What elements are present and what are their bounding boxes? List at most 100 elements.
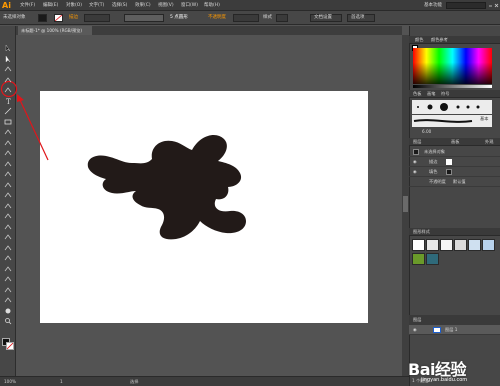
toolbar-stroke-color[interactable] bbox=[6, 342, 14, 350]
fill-swatch-small[interactable] bbox=[446, 169, 452, 175]
app-logo: Ai bbox=[2, 1, 11, 10]
menu-help[interactable]: 帮助(H) bbox=[204, 2, 220, 9]
style-swatch[interactable] bbox=[482, 239, 495, 251]
symbol-sprayer-icon[interactable] bbox=[3, 265, 13, 273]
gradient-icon[interactable] bbox=[3, 233, 13, 241]
lasso-icon[interactable] bbox=[3, 76, 13, 84]
eyedropper-icon[interactable] bbox=[3, 244, 13, 252]
zoom-level[interactable]: 100% bbox=[4, 379, 16, 385]
eye-icon[interactable]: ◉ bbox=[413, 169, 417, 175]
direct-select-icon[interactable] bbox=[3, 54, 13, 63]
type-icon[interactable]: T bbox=[3, 97, 13, 105]
menu-view[interactable]: 视图(V) bbox=[158, 2, 174, 9]
tab-symbols[interactable]: 符号 bbox=[441, 91, 449, 97]
opacity-field[interactable] bbox=[233, 14, 259, 22]
tab-color[interactable]: 颜色 bbox=[415, 37, 423, 43]
tab-appearance[interactable]: 外观 bbox=[485, 139, 493, 145]
mesh-icon[interactable] bbox=[3, 223, 13, 231]
magic-wand-icon[interactable] bbox=[3, 65, 13, 73]
select-icon[interactable] bbox=[3, 44, 13, 52]
scale-icon[interactable] bbox=[3, 170, 13, 178]
watermark: Bai经验 jingyan.baidu.com bbox=[404, 354, 500, 386]
page-number[interactable]: 1 bbox=[60, 379, 63, 385]
scrollbar-thumb[interactable] bbox=[403, 196, 408, 212]
free-transform-icon[interactable] bbox=[3, 191, 13, 199]
tab-swatches[interactable]: 色板 bbox=[413, 91, 421, 97]
graphic-styles-header: 图形样式 bbox=[409, 228, 500, 236]
tab-layers[interactable]: 图层 bbox=[413, 139, 421, 145]
stroke-weight-value[interactable]: 6.00 bbox=[422, 129, 431, 134]
style-swatch[interactable] bbox=[454, 239, 467, 251]
style-swatch[interactable] bbox=[412, 253, 425, 265]
eye-icon[interactable]: ◉ bbox=[413, 327, 417, 333]
layer-name[interactable]: 图层 1 bbox=[445, 327, 457, 333]
ink-blob-artwork[interactable] bbox=[40, 91, 368, 323]
opacity-label[interactable]: 不透明度 bbox=[208, 15, 226, 21]
shape-builder-icon[interactable] bbox=[3, 202, 13, 210]
width-icon[interactable] bbox=[3, 181, 13, 189]
stroke-weight-field[interactable] bbox=[84, 14, 110, 22]
tab-color-guide[interactable]: 颜色参考 bbox=[431, 37, 448, 43]
preferences-button[interactable]: 首选项 bbox=[347, 14, 375, 22]
layer-row[interactable]: ◉ 图层 1 bbox=[409, 325, 500, 335]
style-dropdown[interactable] bbox=[276, 14, 288, 22]
style-swatch[interactable] bbox=[440, 239, 453, 251]
style-swatch[interactable] bbox=[468, 239, 481, 251]
rect-icon[interactable] bbox=[3, 118, 13, 126]
tab-graphic-styles[interactable]: 图形样式 bbox=[413, 229, 430, 235]
current-tool-status: 选择 bbox=[130, 379, 139, 384]
hand-icon[interactable] bbox=[3, 307, 13, 315]
rotate-icon[interactable] bbox=[3, 160, 13, 168]
style-swatch[interactable] bbox=[426, 239, 439, 251]
appearance-stroke-row[interactable]: ◉ 描边 bbox=[409, 157, 500, 167]
pen-icon[interactable] bbox=[3, 86, 13, 94]
menu-edit[interactable]: 编辑(E) bbox=[43, 2, 58, 9]
menu-file[interactable]: 文件(F) bbox=[20, 2, 35, 9]
tab-brushes[interactable]: 画笔 bbox=[427, 91, 435, 97]
blend-icon[interactable] bbox=[3, 254, 13, 262]
paintbrush-icon[interactable] bbox=[3, 128, 13, 136]
zoom-icon[interactable] bbox=[3, 317, 13, 325]
appearance-fill-row[interactable]: ◉ 填色 bbox=[409, 167, 500, 177]
appearance-title-row: 未选择对象 bbox=[409, 147, 500, 157]
workspace-switcher[interactable]: 基本功能 bbox=[424, 2, 442, 9]
doc-setup-button[interactable]: 文档设置 bbox=[310, 14, 342, 22]
appearance-fill-label[interactable]: 填色 bbox=[429, 169, 437, 175]
slice-icon[interactable] bbox=[3, 296, 13, 304]
stroke-label[interactable]: 描边 bbox=[69, 15, 78, 21]
document-tab[interactable]: 未标题-1* @ 100% (RGB/预览) bbox=[18, 26, 92, 35]
variable-width-select[interactable] bbox=[124, 14, 164, 22]
eye-icon[interactable]: ◉ bbox=[413, 159, 417, 165]
watermark-url: jingyan.baidu.com bbox=[421, 377, 468, 383]
layers-title-row: 图层 bbox=[409, 315, 500, 325]
stroke-swatch[interactable] bbox=[54, 14, 63, 22]
grayscale-strip[interactable] bbox=[413, 85, 492, 88]
artboard-icon[interactable] bbox=[3, 286, 13, 294]
pencil-icon[interactable] bbox=[3, 139, 13, 147]
brush-point-label[interactable]: 5 点圆形 bbox=[170, 15, 188, 21]
doc-setup-label: 文档设置 bbox=[314, 15, 332, 20]
annotation-arrow bbox=[19, 99, 49, 161]
style-swatch[interactable] bbox=[426, 253, 439, 265]
artboard[interactable] bbox=[40, 91, 368, 323]
search-input[interactable] bbox=[446, 2, 486, 9]
menu-select[interactable]: 选择(S) bbox=[112, 2, 127, 9]
appearance-stroke-label[interactable]: 描边 bbox=[429, 159, 437, 165]
tab-artboards[interactable]: 画板 bbox=[451, 139, 459, 145]
window-controls[interactable] bbox=[487, 1, 499, 10]
style-swatch-default[interactable] bbox=[412, 239, 425, 251]
fill-swatch[interactable] bbox=[38, 14, 47, 22]
column-graph-icon[interactable] bbox=[3, 275, 13, 283]
brush-list[interactable] bbox=[412, 100, 492, 114]
perspective-icon[interactable] bbox=[3, 212, 13, 220]
menu-object[interactable]: 对象(O) bbox=[66, 2, 82, 9]
eraser-icon[interactable] bbox=[3, 149, 13, 157]
appearance-title: 未选择对象 bbox=[424, 149, 445, 154]
line-icon[interactable] bbox=[3, 107, 13, 115]
appearance-opacity-label[interactable]: 不透明度 bbox=[429, 179, 446, 185]
menu-effect[interactable]: 效果(C) bbox=[135, 2, 151, 9]
menu-window[interactable]: 窗口(W) bbox=[181, 2, 198, 9]
menu-type[interactable]: 文字(T) bbox=[89, 2, 104, 9]
appearance-opacity-row[interactable]: 不透明度 默认值 bbox=[409, 177, 500, 187]
stroke-none-swatch[interactable] bbox=[446, 159, 452, 165]
